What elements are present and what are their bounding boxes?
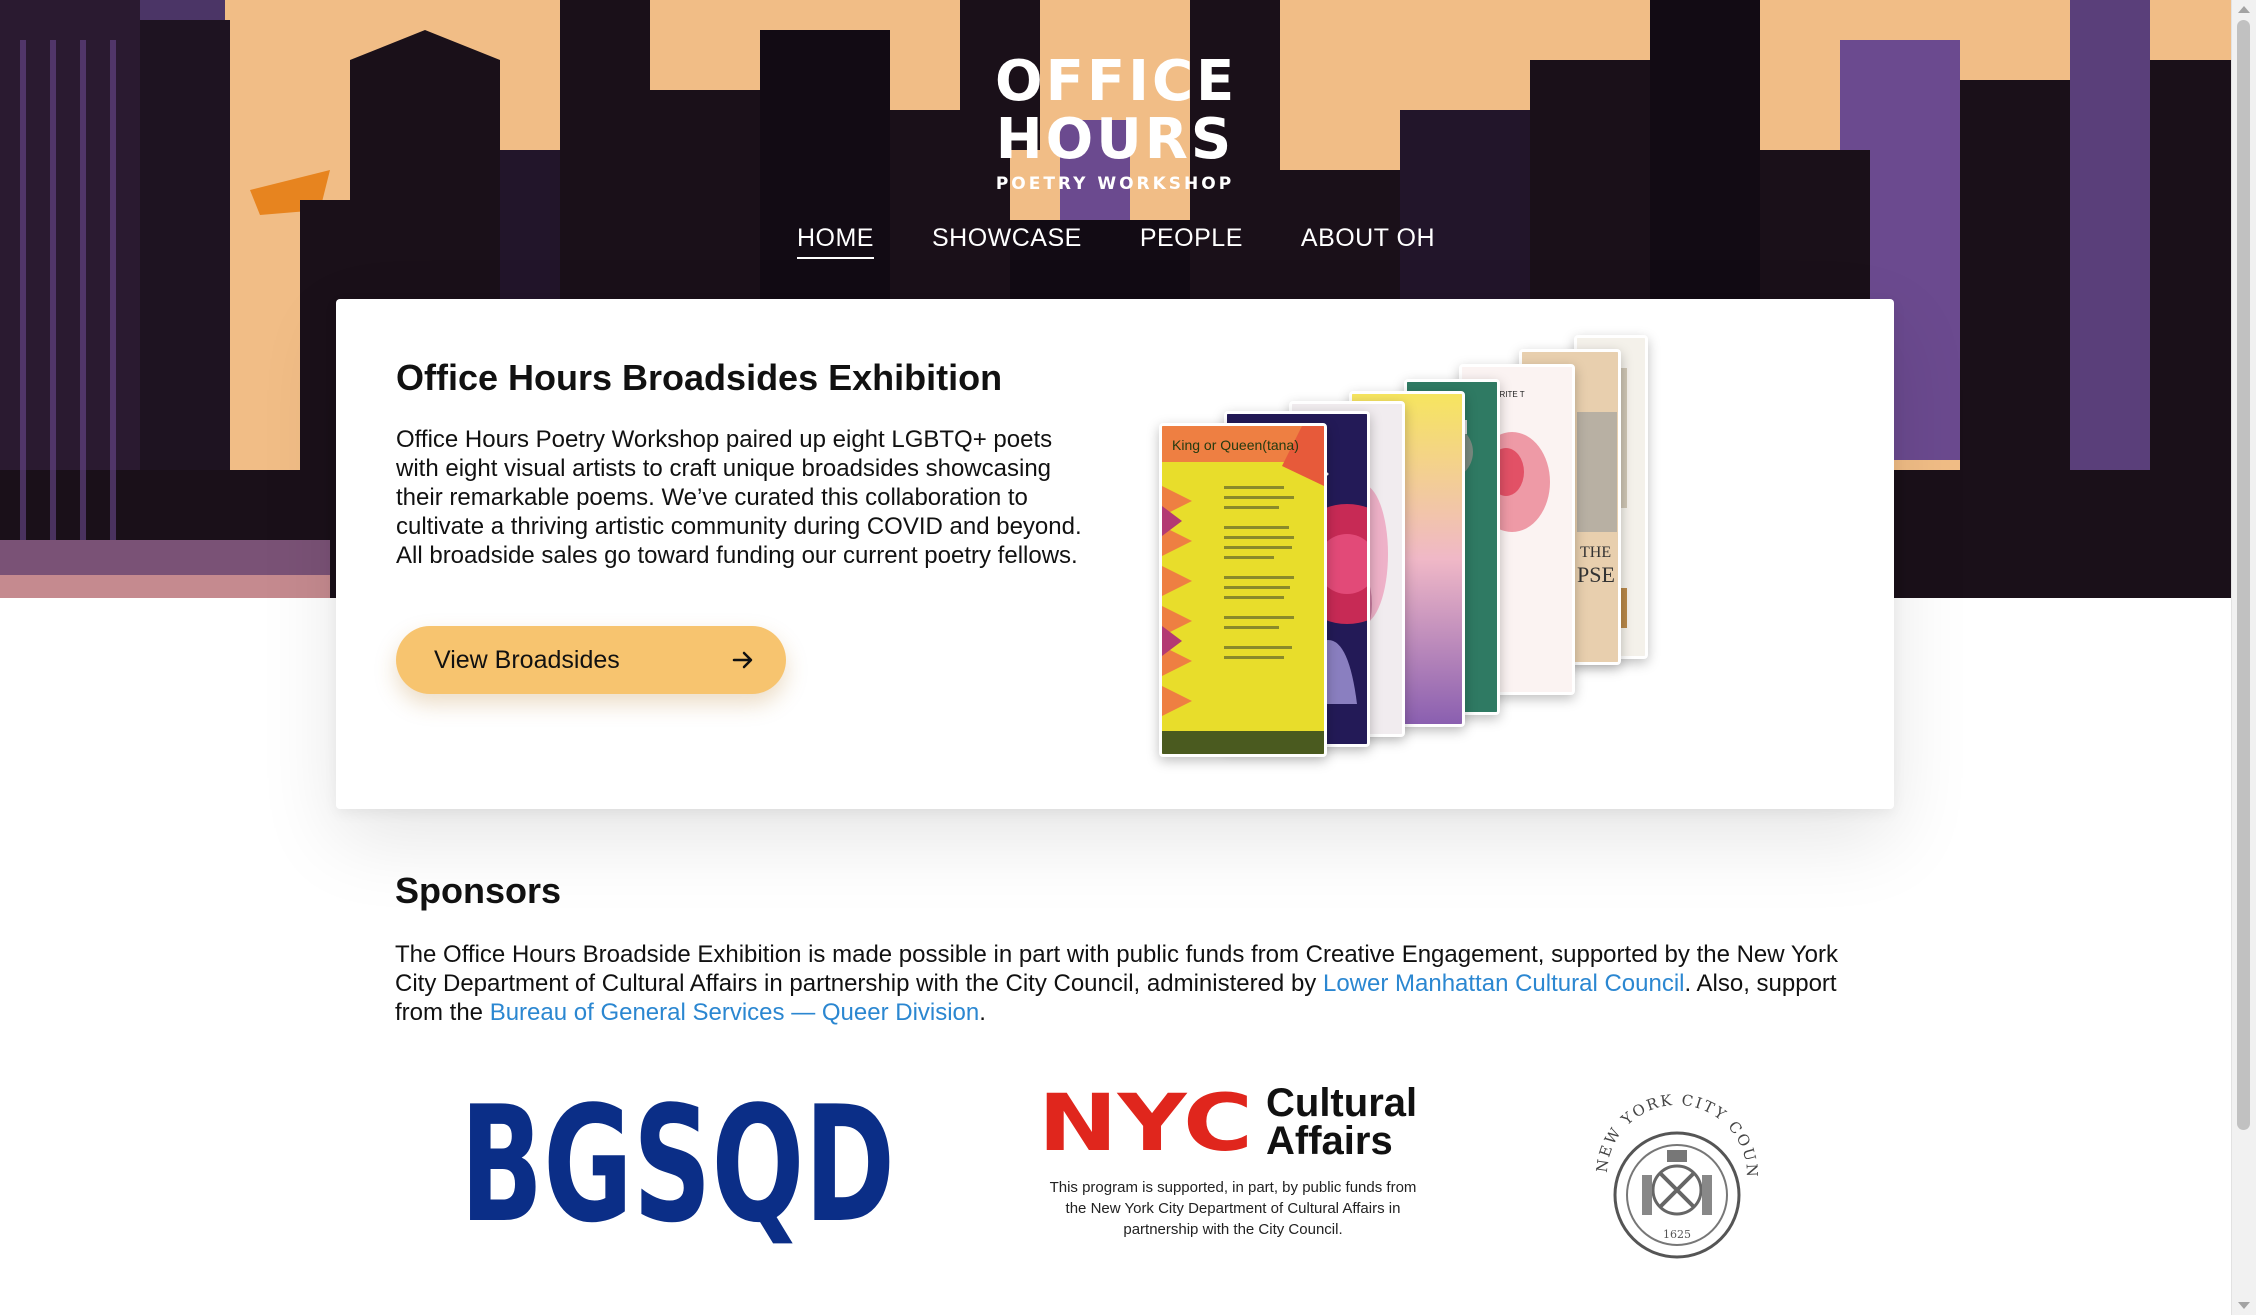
exhibition-title: Office Hours Broadsides Exhibition [396,357,1003,398]
logo-line-hours: HOURS [995,107,1235,172]
sponsors-text-part-3: . [979,999,986,1026]
office-hours-logo[interactable]: OFFICE HOURS POETRY WORKSHOP [995,54,1235,193]
nav-people[interactable]: PEOPLE [1140,224,1243,259]
logo-line-subtitle: POETRY WORKSHOP [995,174,1235,194]
nav-home[interactable]: HOME [796,224,874,259]
bgsqd-logo[interactable]: BGSQD [460,1071,900,1265]
sponsors-heading: Sponsors [395,870,562,911]
nyc-funding-caption: This program is supported, in part, by p… [1049,1179,1417,1238]
bgsqd-link[interactable]: Bureau of General Services — Queer Divis… [490,999,980,1026]
view-broadsides-button[interactable]: View Broadsides [396,626,786,694]
nav-showcase[interactable]: SHOWCASE [932,224,1082,259]
poster-text-pse: PSE [1577,562,1615,587]
scrollbar-thumb[interactable] [2237,20,2250,1130]
page-scrollbar[interactable] [2231,0,2256,1315]
nyc-logo-nyc: NYC [1038,1080,1253,1160]
scroll-down-icon[interactable] [2238,1302,2250,1309]
arrow-right-icon [732,651,753,669]
lmcc-link[interactable]: Lower Manhattan Cultural Council [1323,970,1685,997]
exhibition-card: Office Hours Broadsides Exhibition Offic… [336,299,1894,809]
council-seal-year: 1625 [1663,1228,1691,1241]
broadsides-preview[interactable]: THE PSE SAY I WRITE T [1159,329,1799,809]
scroll-up-icon[interactable] [2238,6,2250,13]
nyc-logo-art: NYC Cultural Affairs [1038,1079,1417,1169]
exhibition-description: Office Hours Poetry Workshop paired up e… [396,426,1082,569]
broadside-poster-front: King or Queen(tana) [1159,423,1327,757]
poster-text-the: THE [1580,544,1611,561]
poster-art: King or Queen(tana) [1162,426,1324,754]
nyc-council-seal[interactable]: NEW YORK CITY COUNCIL 1625 [1575,1066,1772,1275]
logo-line-office: OFFICE [995,49,1238,114]
sponsors-description: The Office Hours Broadside Exhibition is… [395,940,1855,1027]
nyc-cultural-affairs-logo[interactable]: NYC Cultural Affairs This program is sup… [1038,1079,1438,1240]
bgsqd-logo-art: BGSQD [460,1071,895,1258]
nav-about[interactable]: ABOUT OH [1301,224,1435,259]
bgsqd-logo-text: BGSQD [460,1080,895,1258]
poster-title: King or Queen(tana) [1172,437,1299,453]
main-nav: HOME SHOWCASE PEOPLE ABOUT OH [0,224,2232,259]
nyc-logo-affairs: Affairs [1266,1119,1393,1160]
council-seal-text: NEW YORK CITY COUNCIL [1582,1080,1761,1179]
council-seal-art: NEW YORK CITY COUNCIL 1625 [1575,1066,1761,1259]
view-broadsides-label: View Broadsides [434,645,620,674]
